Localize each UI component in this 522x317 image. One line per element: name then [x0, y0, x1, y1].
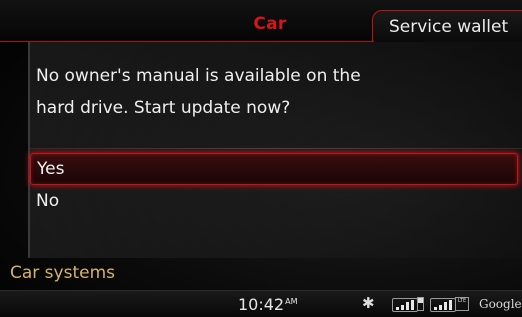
top-bar: Car Service wallet [0, 0, 522, 42]
section-label-car-systems[interactable]: Car systems [10, 263, 115, 283]
clock-meridiem: AM [285, 297, 298, 306]
dialog-divider [30, 148, 522, 149]
tab-service-wallet-label: Service wallet [389, 17, 509, 37]
status-bar: 10:42AM ✱ LTE Google [0, 290, 522, 317]
dialog-message: No owner's manual is available on the ha… [36, 60, 456, 124]
tab-service-wallet[interactable]: Service wallet [372, 10, 522, 42]
lte-signal-icon [430, 298, 456, 312]
dialog-message-line-2: hard drive. Start update now? [36, 98, 291, 118]
bluetooth-icon: ✱ [362, 294, 375, 312]
dialog-message-line-1: No owner's manual is available on the [36, 66, 361, 86]
lte-badge-icon: LTE [455, 297, 469, 311]
option-yes[interactable]: Yes [30, 153, 518, 185]
option-no[interactable]: No [30, 186, 518, 218]
clock-time: 10:42 [238, 295, 285, 314]
tab-car[interactable]: Car [232, 14, 308, 34]
sim-icon [417, 297, 424, 311]
clock: 10:42AM [238, 295, 297, 314]
provider-label: Google [479, 297, 522, 311]
infotainment-screen: Car Service wallet No owner's manual is … [0, 0, 522, 317]
signal-strength-icon [392, 298, 418, 312]
